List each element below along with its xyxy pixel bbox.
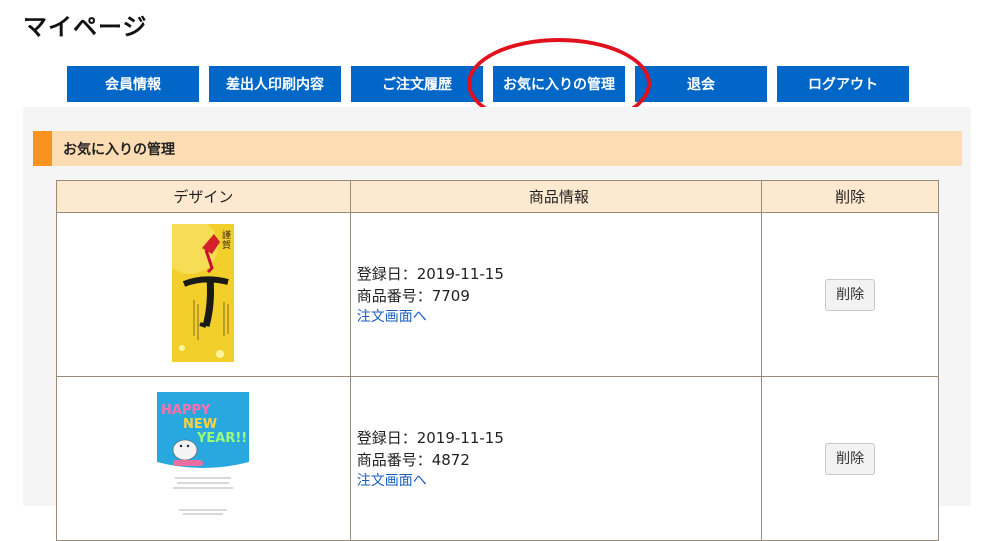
delete-button[interactable]: 削除: [825, 442, 876, 475]
table-header-row: デザイン 商品情報 削除: [56, 180, 939, 213]
product-info-cell: 登録日：2019-11-15 商品番号：7709 注文画面へ: [349, 212, 763, 377]
new-year-card-blue-thumbnail[interactable]: HAPPY NEW YEAR!!: [157, 391, 250, 526]
section-title: お気に入りの管理: [33, 131, 962, 166]
content-panel: お気に入りの管理 デザイン 商品情報 削除 謹 賀 登録日：2019-11-15…: [23, 107, 971, 541]
svg-text:YEAR!!: YEAR!!: [196, 431, 247, 446]
product-info-cell: 登録日：2019-11-15 商品番号：4872 注文画面へ: [349, 376, 763, 541]
table-row: HAPPY NEW YEAR!! 登録日：2019-11-15 商品番号：487…: [56, 376, 939, 541]
nav-favorites-button[interactable]: お気に入りの管理: [493, 66, 625, 102]
nav-member-info-button[interactable]: 会員情報: [67, 66, 199, 102]
product-number: 商品番号：4872: [356, 450, 470, 469]
page-title: マイページ: [23, 13, 148, 41]
nav-logout-button[interactable]: ログアウト: [777, 66, 909, 102]
order-page-link[interactable]: 注文画面へ: [357, 471, 761, 491]
svg-text:NEW: NEW: [183, 417, 217, 432]
svg-text:HAPPY: HAPPY: [161, 403, 211, 418]
design-cell: HAPPY NEW YEAR!!: [56, 376, 351, 541]
table-row: 謹 賀 登録日：2019-11-15 商品番号：7709 注文画面へ 削除: [56, 212, 939, 377]
design-cell: 謹 賀: [56, 212, 351, 377]
header-delete: 削除: [761, 180, 939, 213]
svg-text:賀: 賀: [222, 239, 231, 251]
header-product-info: 商品情報: [349, 180, 763, 213]
registered-date: 登録日：2019-11-15: [356, 428, 504, 447]
header-design: デザイン: [56, 180, 351, 213]
svg-text:謹: 謹: [222, 229, 231, 241]
mypage-nav: 会員情報 差出人印刷内容 ご注文履歴 お気に入りの管理 退会 ログアウト: [67, 66, 909, 102]
favorites-table: デザイン 商品情報 削除 謹 賀 登録日：2019-11-15 商品番号：770…: [56, 180, 939, 541]
registered-date: 登録日：2019-11-15: [356, 264, 504, 283]
delete-cell: 削除: [761, 376, 939, 541]
nav-withdraw-button[interactable]: 退会: [635, 66, 767, 102]
order-page-link[interactable]: 注文画面へ: [357, 307, 761, 327]
nav-sender-print-button[interactable]: 差出人印刷内容: [209, 66, 341, 102]
nav-order-history-button[interactable]: ご注文履歴: [351, 66, 483, 102]
delete-cell: 削除: [761, 212, 939, 377]
new-year-card-yellow-thumbnail[interactable]: 謹 賀: [162, 217, 235, 366]
delete-button[interactable]: 削除: [825, 278, 876, 311]
product-number: 商品番号：7709: [356, 286, 470, 305]
